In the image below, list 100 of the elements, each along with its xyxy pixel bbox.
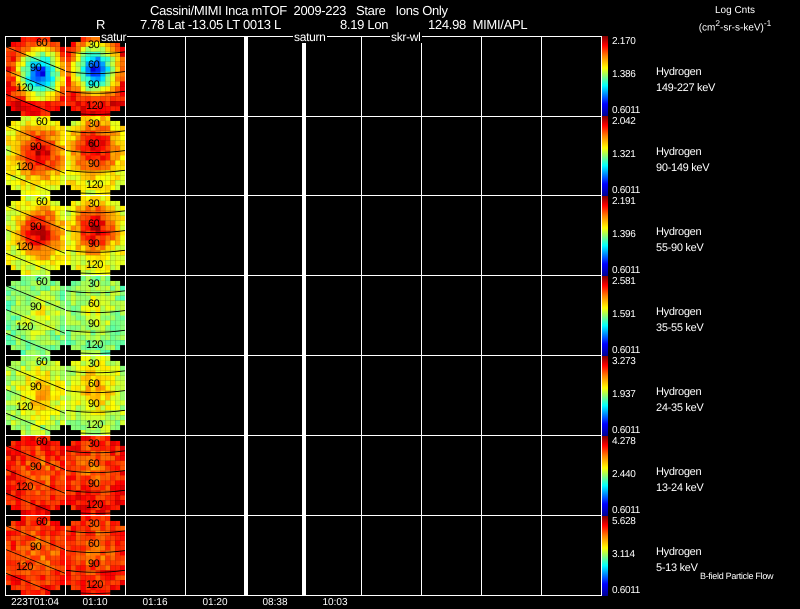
scale-max: 2.191 bbox=[612, 197, 636, 207]
scale-mid: 2.440 bbox=[612, 470, 636, 480]
contour-label: 120 bbox=[86, 180, 103, 191]
contour-label: 30 bbox=[88, 279, 100, 290]
time-label: 01:16 bbox=[141, 596, 169, 609]
scale-max: 4.278 bbox=[612, 437, 636, 447]
scale-mid: 1.321 bbox=[612, 150, 636, 160]
contour-label: 120 bbox=[16, 322, 33, 333]
contour-label: 90 bbox=[88, 159, 100, 170]
contour-label: 120 bbox=[86, 340, 103, 351]
energy-range: 55-90 keV bbox=[656, 241, 704, 256]
contour-label: 60 bbox=[88, 539, 100, 550]
contour-label: 90 bbox=[30, 142, 42, 153]
scale-min: 0.6011 bbox=[612, 586, 640, 596]
contour-label: 60 bbox=[36, 38, 48, 49]
target-label: satur bbox=[100, 31, 128, 43]
species-label: Hydrogen bbox=[656, 225, 702, 240]
scale-max: 2.581 bbox=[612, 277, 636, 287]
species-label: Hydrogen bbox=[656, 305, 702, 320]
scale-max: 5.628 bbox=[612, 517, 636, 527]
contour-label: 90 bbox=[88, 239, 100, 250]
contour-label: 60 bbox=[88, 379, 100, 390]
contour-label: 120 bbox=[16, 562, 33, 573]
contour-label: 90 bbox=[30, 222, 42, 233]
time-label: 08:38 bbox=[261, 596, 289, 609]
contour-label: 30 bbox=[88, 519, 100, 530]
units-label: Log Cnts bbox=[714, 4, 756, 17]
time-label: 01:20 bbox=[201, 596, 229, 609]
contour-label: 30 bbox=[88, 119, 100, 130]
species-label: Hydrogen bbox=[656, 545, 702, 560]
contour-label: 60 bbox=[36, 517, 48, 528]
contour-label: 120 bbox=[16, 162, 33, 173]
contour-label: 60 bbox=[36, 277, 48, 288]
lon-text: 8.19 Lon bbox=[340, 17, 388, 32]
contour-label: 60 bbox=[36, 197, 48, 208]
contour-label: 60 bbox=[36, 437, 48, 448]
plot-title: Cassini/MIMI Inca mTOF 2009-223 Stare Ions Only bbox=[150, 3, 448, 18]
contour-label: 60 bbox=[88, 459, 100, 470]
contour-label: 90 bbox=[88, 479, 100, 490]
contour-label: 120 bbox=[16, 402, 33, 413]
contour-label: 90 bbox=[30, 382, 42, 393]
scale-min: 0.6011 bbox=[612, 266, 640, 276]
contour-label: 30 bbox=[88, 439, 100, 450]
energy-range: 35-55 keV bbox=[656, 321, 704, 336]
contour-label: 120 bbox=[86, 500, 103, 511]
contour-label: 120 bbox=[16, 482, 33, 493]
energy-range: 5-13 keV bbox=[656, 561, 699, 576]
time-label: 223T01:04 bbox=[10, 596, 60, 609]
species-label: Hydrogen bbox=[656, 65, 702, 80]
species-label: Hydrogen bbox=[656, 385, 702, 400]
scale-min: 0.6011 bbox=[612, 426, 640, 436]
contour-label: 90 bbox=[30, 63, 42, 74]
contour-label: 30 bbox=[88, 359, 100, 370]
contour-label: 90 bbox=[88, 80, 100, 91]
contour-label: 90 bbox=[30, 462, 42, 473]
energy-range: 149-227 keV bbox=[656, 81, 716, 96]
contour-label: 60 bbox=[88, 139, 100, 150]
contour-label: 90 bbox=[30, 542, 42, 553]
scale-min: 0.6011 bbox=[612, 346, 640, 356]
contour-label: 60 bbox=[88, 60, 100, 71]
contour-label: 90 bbox=[88, 559, 100, 570]
contour-label: 120 bbox=[86, 101, 103, 112]
scale-mid: 1.591 bbox=[612, 310, 636, 320]
time-label: 01:10 bbox=[81, 596, 109, 609]
contour-label: 30 bbox=[88, 40, 100, 51]
species-label: Hydrogen bbox=[656, 465, 702, 480]
target-label: skr-wl bbox=[390, 31, 422, 43]
contour-label: 90 bbox=[88, 319, 100, 330]
scale-max: 2.170 bbox=[612, 37, 636, 47]
units-text: (cm$^{2}$-sr-s-keV)$^{-1}$ bbox=[698, 17, 772, 34]
contour-label: 120 bbox=[86, 420, 103, 431]
scale-mid: 1.937 bbox=[612, 390, 636, 400]
contour-label: 60 bbox=[88, 299, 100, 310]
time-label: 10:03 bbox=[321, 596, 349, 609]
contour-label: 120 bbox=[86, 260, 103, 271]
contour-label: 120 bbox=[86, 580, 103, 591]
contour-label: 30 bbox=[88, 199, 100, 210]
contour-label: 60 bbox=[88, 219, 100, 230]
energy-range: 13-24 keV bbox=[656, 481, 704, 496]
scale-max: 3.273 bbox=[612, 357, 636, 367]
credit-text: 124.98 MIMI/APL bbox=[428, 17, 528, 32]
footnote-text: B-field Particle Flow bbox=[700, 571, 774, 581]
scale-max: 2.042 bbox=[612, 117, 636, 127]
scale-mid: 1.386 bbox=[612, 70, 636, 80]
scale-mid: 1.396 bbox=[612, 230, 636, 240]
contour-label: 120 bbox=[16, 242, 33, 253]
scale-mid: 3.114 bbox=[612, 550, 635, 560]
contour-label: 60 bbox=[36, 357, 48, 368]
target-label: saturn bbox=[293, 31, 327, 43]
species-label: Hydrogen bbox=[656, 145, 702, 160]
lat-lt-text: 7.78 Lat -13.05 LT 0013 L bbox=[140, 17, 281, 32]
scale-min: 0.6011 bbox=[612, 186, 640, 196]
contour-label: 60 bbox=[36, 117, 48, 128]
r-label: R bbox=[96, 17, 106, 32]
scale-min: 0.6011 bbox=[612, 506, 640, 516]
contour-label: 90 bbox=[30, 302, 42, 313]
contour-label: 90 bbox=[88, 399, 100, 410]
scale-min: 0.6011 bbox=[612, 106, 640, 116]
energy-range: 90-149 keV bbox=[656, 161, 710, 176]
energy-range: 24-35 keV bbox=[656, 401, 704, 416]
